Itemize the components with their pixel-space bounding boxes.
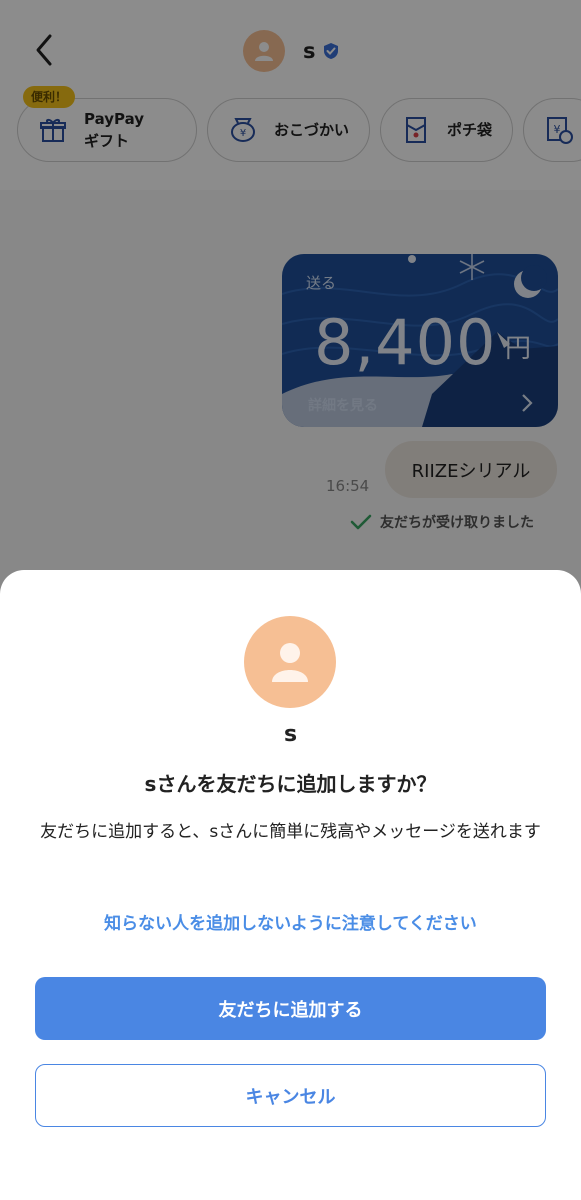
avatar bbox=[244, 616, 336, 708]
add-friend-sheet: s sさんを友だちに追加しますか？ 友だちに追加すると、sさんに簡単に残高やメッ… bbox=[0, 570, 581, 1200]
add-friend-button[interactable]: 友だちに追加する bbox=[35, 977, 546, 1040]
safety-warning-link[interactable]: 知らない人を追加しないように注意してください bbox=[0, 909, 581, 934]
user-icon bbox=[272, 643, 308, 682]
cancel-button[interactable]: キャンセル bbox=[35, 1064, 546, 1127]
add-friend-question: sさんを友だちに追加しますか？ bbox=[144, 772, 437, 796]
add-friend-description: 友だちに追加すると、sさんに簡単に残高やメッセージを送れます bbox=[40, 822, 541, 842]
contact-name: s bbox=[283, 722, 298, 747]
